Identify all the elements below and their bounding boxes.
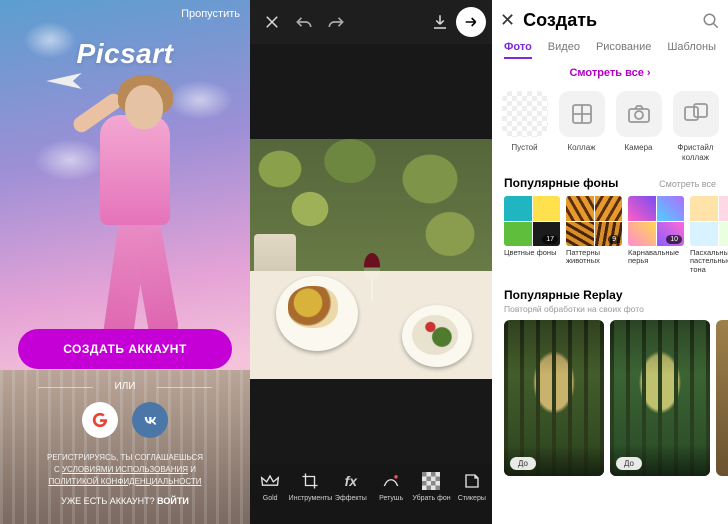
- page-title: Создать: [523, 10, 597, 31]
- tile-camera[interactable]: Камера: [612, 91, 666, 162]
- editor-screen: Gold Инструменты fx Эффекты Ретушь Убрат…: [250, 0, 492, 524]
- bg-section-title: Популярные фоны: [504, 176, 618, 190]
- tool-stickers[interactable]: Стикеры: [452, 470, 492, 502]
- tool-effects[interactable]: fx Эффекты: [331, 470, 371, 502]
- bg-card-carnival[interactable]: 10 Карнавальные перья: [628, 196, 686, 274]
- crown-icon: [259, 470, 281, 492]
- editor-topbar: [250, 0, 492, 44]
- replay-card[interactable]: До: [504, 320, 604, 476]
- download-icon[interactable]: [424, 6, 456, 38]
- collage-icon: [559, 91, 605, 137]
- tab-photo[interactable]: Фото: [504, 41, 532, 59]
- create-tabs: Фото Видео Рисование Шаблоны: [492, 35, 728, 59]
- terms-text: РЕГИСТРИРУЯСЬ, ТЫ СОГЛАШАЕШЬСЯ С УСЛОВИЯ…: [18, 452, 232, 488]
- bg-strip[interactable]: 17 Цветные фоны 9 Паттерны животных 10 К…: [492, 192, 728, 274]
- bg-card-pastel[interactable]: Пасхальные пастельные тона: [690, 196, 728, 274]
- bg-card-animal[interactable]: 9 Паттерны животных: [566, 196, 624, 274]
- paper-plane-icon: [45, 73, 83, 89]
- login-link[interactable]: ВОЙТИ: [157, 496, 189, 506]
- tab-video[interactable]: Видео: [548, 41, 580, 59]
- tool-retouch[interactable]: Ретушь: [371, 470, 411, 502]
- brand-logo: Picsart: [0, 38, 250, 70]
- tool-remove-bg[interactable]: Убрать фон: [411, 470, 451, 502]
- editor-canvas[interactable]: [250, 44, 492, 464]
- see-all-link[interactable]: Смотреть все ›: [492, 59, 728, 91]
- before-tag: До: [510, 457, 536, 470]
- tool-gold[interactable]: Gold: [250, 470, 290, 502]
- replay-card[interactable]: [716, 320, 728, 476]
- empty-canvas-icon: [502, 91, 548, 137]
- tile-collage[interactable]: Коллаж: [555, 91, 609, 162]
- freestyle-icon: [673, 91, 719, 137]
- replay-section-title: Популярные Replay: [504, 288, 623, 302]
- next-button[interactable]: [456, 7, 486, 37]
- replay-strip[interactable]: До До: [492, 320, 728, 476]
- editor-toolbar: Gold Инструменты fx Эффекты Ретушь Убрат…: [250, 464, 492, 524]
- sticker-icon: [461, 470, 483, 492]
- onboarding-screen: Пропустить Picsart СОЗДАТЬ АККАУНТ ИЛИ Р…: [0, 0, 250, 524]
- search-icon[interactable]: [702, 12, 720, 30]
- vk-signin-button[interactable]: [132, 402, 168, 438]
- skip-link[interactable]: Пропустить: [181, 8, 240, 20]
- undo-icon[interactable]: [288, 6, 320, 38]
- before-tag: До: [616, 457, 642, 470]
- replay-card[interactable]: До: [610, 320, 710, 476]
- edited-photo: [250, 139, 492, 379]
- tool-crop[interactable]: Инструменты: [290, 470, 330, 502]
- redo-icon[interactable]: [320, 6, 352, 38]
- close-icon[interactable]: ✕: [500, 10, 515, 31]
- crop-icon: [299, 470, 321, 492]
- tile-freestyle[interactable]: Фристайл коллаж: [669, 91, 723, 162]
- retouch-icon: [380, 470, 402, 492]
- bg-card-colors[interactable]: 17 Цветные фоны: [504, 196, 562, 274]
- fx-icon: fx: [340, 470, 362, 492]
- camera-icon: [616, 91, 662, 137]
- terms-link[interactable]: УСЛОВИЯМИ ИСПОЛЬЗОВАНИЯ: [62, 465, 188, 474]
- tab-draw[interactable]: Рисование: [596, 41, 651, 59]
- google-signin-button[interactable]: [82, 402, 118, 438]
- close-icon[interactable]: [256, 6, 288, 38]
- privacy-link[interactable]: ПОЛИТИКОЙ КОНФИДЕНЦИАЛЬНОСТИ: [48, 477, 201, 486]
- remove-bg-icon: [420, 470, 442, 492]
- or-divider: ИЛИ: [18, 381, 232, 392]
- bg-see-all[interactable]: Смотреть все: [659, 179, 716, 189]
- tile-empty[interactable]: Пустой: [498, 91, 552, 162]
- login-row: УЖЕ ЕСТЬ АККАУНТ? ВОЙТИ: [18, 496, 232, 506]
- create-account-button[interactable]: СОЗДАТЬ АККАУНТ: [18, 329, 232, 369]
- replay-subtitle: Повторяй обработки на своих фото: [492, 304, 728, 320]
- create-screen: ✕ Создать Фото Видео Рисование Шаблоны С…: [492, 0, 728, 524]
- tab-templates[interactable]: Шаблоны: [667, 41, 716, 59]
